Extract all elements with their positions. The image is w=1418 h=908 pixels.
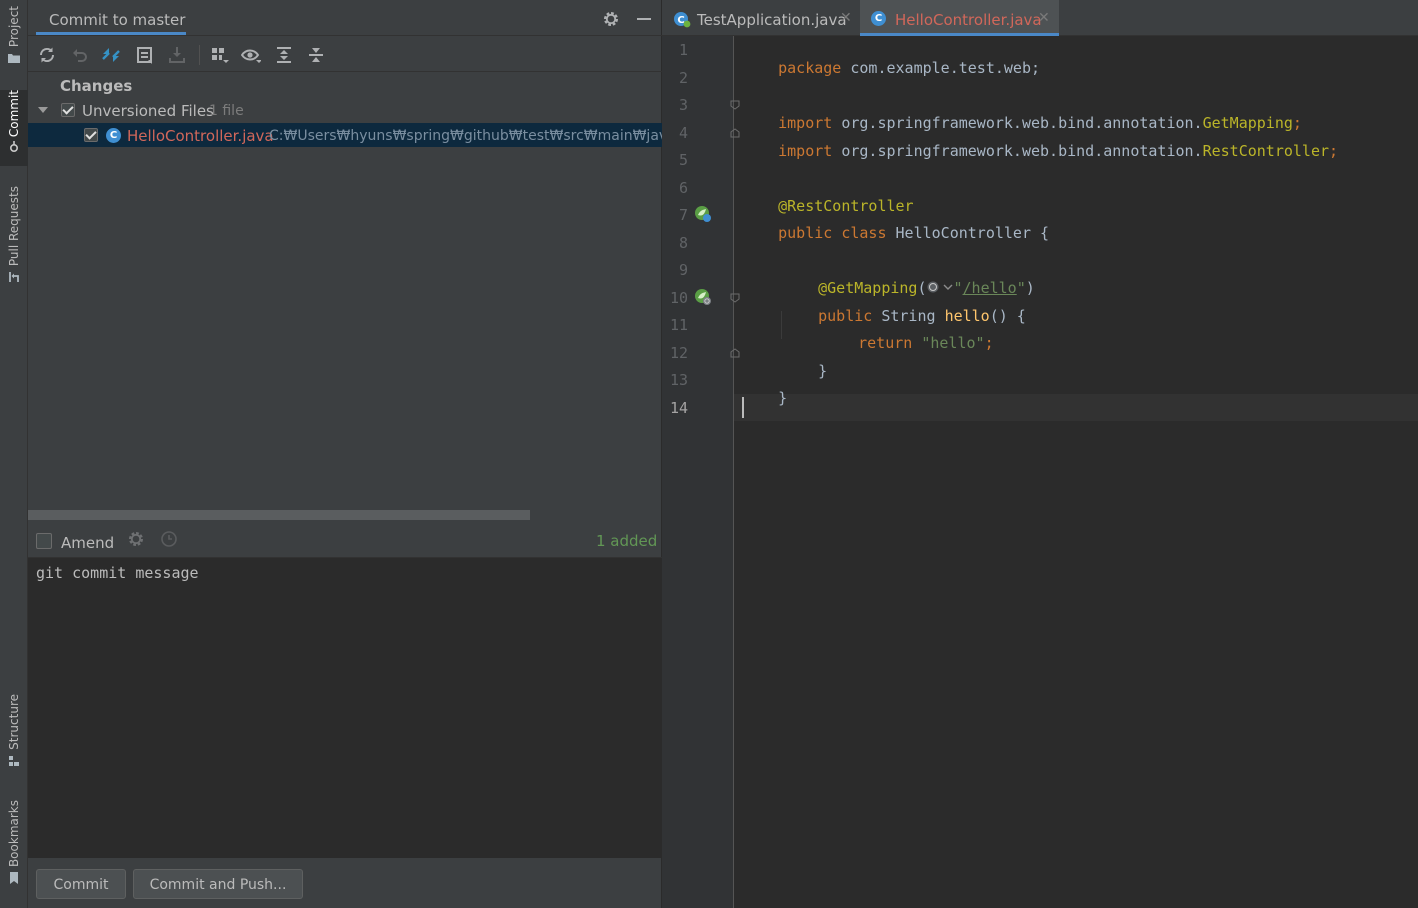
amend-label[interactable]: Amend (61, 534, 114, 552)
pull-requests-tool-label: Pull Requests (7, 186, 21, 267)
editor-tab-bar: C TestApplication.java ✕ C HelloControll… (662, 0, 1418, 36)
structure-tool-tab[interactable]: Structure (0, 694, 28, 776)
text-caret (742, 397, 744, 418)
structure-icon (9, 755, 19, 766)
code-line-12[interactable]: } (782, 344, 827, 398)
line-number: 4 (678, 124, 688, 142)
amend-checkbox[interactable] (36, 533, 52, 549)
refresh-icon[interactable] (37, 45, 57, 65)
java-class-icon: C (871, 11, 886, 26)
fold-marker-icon[interactable] (730, 128, 740, 138)
bookmarks-tool-label: Bookmarks (7, 800, 21, 868)
commit-toolbar (28, 36, 662, 72)
active-tab-underline (36, 32, 186, 35)
added-count: 1 added (596, 532, 658, 550)
code-line-13[interactable]: } (742, 371, 787, 425)
code-line-1[interactable]: package com.example.test.web; (742, 41, 1040, 95)
tab-test-application[interactable]: C TestApplication.java ✕ (662, 0, 858, 36)
clock-icon[interactable] (160, 530, 178, 548)
line-number: 6 (678, 179, 688, 197)
eye-icon[interactable] (241, 45, 261, 65)
pull-requests-tool-tab[interactable]: Pull Requests (0, 186, 28, 296)
changes-tree: Changes Unversioned Files 1 file C Hello… (28, 72, 662, 520)
folder-icon (8, 54, 20, 64)
line-number: 7 (678, 206, 688, 224)
line-number: 14 (669, 399, 688, 417)
tool-window-stripe: Project Commit Pull Requests Structure B… (0, 0, 28, 908)
structure-tool-label: Structure (7, 694, 21, 750)
commit-tool-label: Commit (7, 90, 21, 138)
unversioned-files-label: Unversioned Files (82, 102, 214, 120)
current-line-highlight (734, 394, 1418, 421)
line-number: 12 (669, 344, 688, 362)
project-tool-label: Project (7, 6, 21, 48)
changed-file-row[interactable]: C HelloController.java C:₩Users₩hyuns₩sp… (28, 123, 662, 147)
close-tab-icon[interactable]: ✕ (1038, 10, 1050, 26)
tab-test-application-label: TestApplication.java (697, 11, 847, 29)
file-checkbox[interactable] (84, 128, 98, 142)
tab-hello-controller[interactable]: C HelloController.java ✕ (860, 0, 1059, 36)
changelist-icon[interactable] (135, 45, 155, 65)
close-tab-icon[interactable]: ✕ (840, 10, 852, 26)
changes-header: Changes (60, 77, 133, 95)
rollback-icon[interactable] (70, 45, 90, 65)
commit-panel-title[interactable]: Commit to master (49, 11, 185, 29)
line-number: 9 (678, 261, 688, 279)
tab-hello-controller-label: HelloController.java (895, 11, 1042, 29)
commit-tool-tab[interactable]: Commit (0, 90, 28, 166)
editor-gutter: 1 2 3 4 5 6 7 8 9 10 11 12 13 14 (662, 36, 740, 908)
commit-panel: Commit to master Changes Unversioned Fil… (28, 0, 662, 908)
line-number: 11 (669, 316, 688, 334)
spring-bean-gutter-icon[interactable] (694, 205, 712, 223)
collapse-all-icon[interactable] (306, 45, 326, 65)
group-by-icon[interactable] (209, 45, 229, 65)
toolbar-separator (199, 45, 200, 65)
shelve-icon[interactable] (167, 45, 187, 65)
commit-options-bar: Amend 1 added (28, 524, 662, 558)
line-number: 2 (678, 69, 688, 87)
line-number: 3 (678, 96, 688, 114)
commit-options-gear-icon[interactable] (127, 530, 145, 548)
unversioned-files-count: 1 file (209, 103, 244, 119)
commit-button[interactable]: Commit (36, 869, 126, 899)
line-number: 8 (678, 234, 688, 252)
web-endpoint-gutter-icon[interactable] (694, 288, 712, 306)
expand-arrow-icon[interactable] (38, 107, 48, 113)
pull-request-icon (9, 272, 19, 283)
horizontal-scrollbar[interactable] (28, 510, 530, 520)
commit-panel-header: Commit to master (28, 0, 662, 36)
fold-marker-icon[interactable] (730, 348, 740, 358)
active-tab-underline (860, 33, 1059, 36)
line-number: 1 (678, 41, 688, 59)
fold-marker-icon[interactable] (730, 293, 740, 303)
java-class-icon: C (106, 128, 121, 143)
bookmark-icon (10, 872, 18, 885)
unversioned-files-checkbox[interactable] (61, 103, 75, 117)
unversioned-files-node[interactable]: Unversioned Files 1 file (28, 98, 662, 122)
minimize-icon[interactable] (636, 10, 652, 28)
commit-message-input[interactable]: git commit message (28, 558, 662, 858)
line-number: 10 (669, 289, 688, 307)
commit-and-push-button[interactable]: Commit and Push... (133, 869, 303, 899)
svg-text:C: C (677, 15, 684, 26)
bookmarks-tool-tab[interactable]: Bookmarks (0, 800, 28, 892)
project-tool-tab[interactable]: Project (0, 6, 28, 76)
file-path: C:₩Users₩hyuns₩spring₩github₩test₩src₩ma… (269, 128, 662, 144)
code-line-11[interactable]: return "hello"; (822, 316, 993, 370)
line-number: 5 (678, 151, 688, 169)
line-number: 13 (669, 371, 688, 389)
expand-all-icon[interactable] (274, 45, 294, 65)
code-line-7[interactable]: public class HelloController { (742, 206, 1049, 260)
gear-icon[interactable] (602, 10, 620, 28)
spring-boot-class-icon: C (674, 12, 691, 28)
file-name: HelloController.java (127, 127, 274, 145)
code-editor: C TestApplication.java ✕ C HelloControll… (662, 0, 1418, 908)
code-line-4[interactable]: import org.springframework.web.bind.anno… (742, 124, 1338, 178)
commit-icon (9, 141, 19, 153)
fold-marker-icon[interactable] (730, 100, 740, 110)
show-diff-icon[interactable] (101, 45, 121, 65)
